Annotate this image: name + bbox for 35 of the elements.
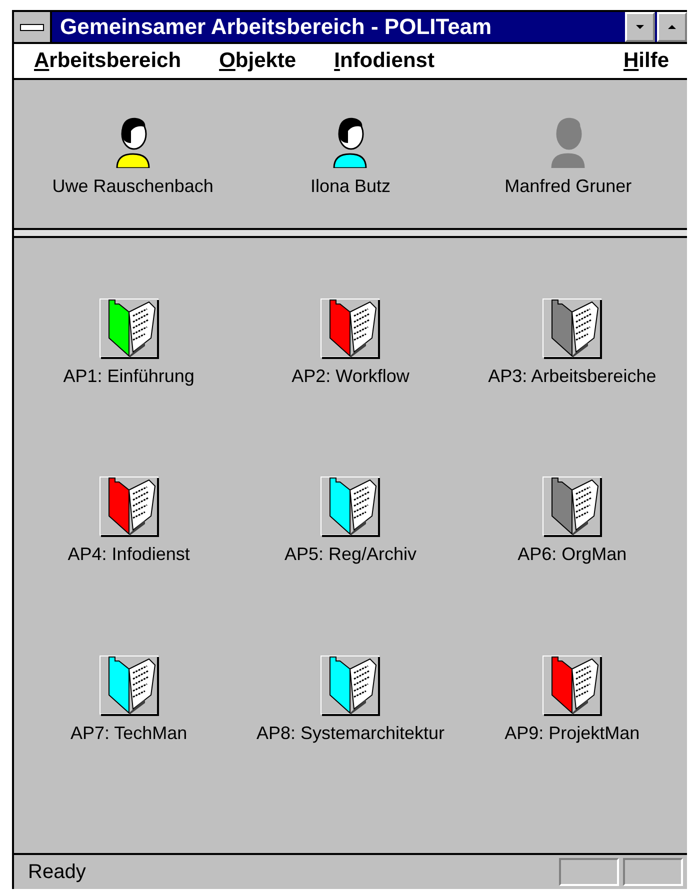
folder-icon[interactable] xyxy=(98,654,159,717)
folder-icon[interactable] xyxy=(98,298,159,360)
folder-icon[interactable] xyxy=(320,654,380,717)
folder-label: AP9: ProjektMan xyxy=(504,722,640,744)
folder-icon[interactable] xyxy=(542,476,602,538)
folder-label: AP6: OrgMan xyxy=(518,544,627,566)
status-text: Ready xyxy=(28,860,87,884)
folder-label: AP5: Reg/Archiv xyxy=(284,544,417,566)
window-title: Gemeinsamer Arbeitsbereich - POLITeam xyxy=(59,14,493,40)
status-pane xyxy=(623,858,683,886)
folder-label: AP2: Workflow xyxy=(292,366,410,387)
folder-label: AP1: Einführung xyxy=(63,366,194,387)
down-arrow-icon xyxy=(635,24,645,30)
menu-item[interactable]: Arbeitsbereich xyxy=(34,49,182,73)
folder-label: AP7: TechMan xyxy=(70,722,188,744)
up-arrow-icon xyxy=(667,24,677,30)
status-pane xyxy=(559,858,619,886)
folder-icon[interactable] xyxy=(320,298,380,360)
splitter-bar[interactable] xyxy=(14,228,687,238)
menu-item[interactable]: Objekte xyxy=(219,49,296,73)
member-name: Manfred Gruner xyxy=(504,176,632,196)
system-menu-button[interactable] xyxy=(14,12,52,42)
folder-icon[interactable] xyxy=(98,476,159,538)
folder-label: AP4: Infodienst xyxy=(68,544,190,566)
member-name: Uwe Rauschenbach xyxy=(52,176,214,196)
folder-icon[interactable] xyxy=(542,298,602,360)
member-name: Ilona Butz xyxy=(310,176,391,196)
folder-icon[interactable] xyxy=(320,476,380,538)
folder-label: AP3: Arbeitsbereiche xyxy=(488,366,656,387)
menu-item[interactable]: Infodienst xyxy=(334,49,434,73)
menu-item[interactable]: Hilfe xyxy=(623,49,669,73)
maximize-button[interactable] xyxy=(657,12,687,42)
minimize-button[interactable] xyxy=(625,12,655,42)
folder-icon[interactable] xyxy=(542,654,602,717)
folder-label: AP8: Systemarchitektur xyxy=(256,722,445,744)
